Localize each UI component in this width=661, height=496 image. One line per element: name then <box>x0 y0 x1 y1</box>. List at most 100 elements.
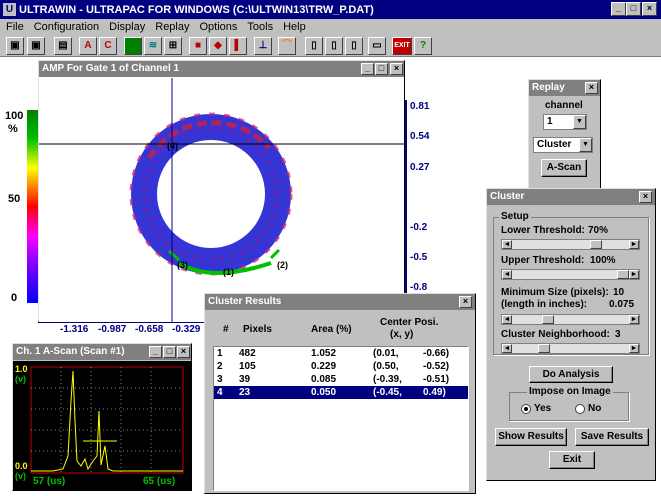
close-icon[interactable]: × <box>639 191 652 203</box>
minimize-icon[interactable]: _ <box>149 346 162 358</box>
table-row[interactable]: 1 482 1.052 (0.01, -0.66) <box>214 347 468 360</box>
scan-icon[interactable]: ≋ <box>144 37 162 55</box>
menu-help[interactable]: Help <box>283 21 306 33</box>
diamond-icon[interactable]: ◆ <box>209 37 227 55</box>
probe-icon[interactable]: ⊞ <box>164 37 182 55</box>
radio-checked-icon[interactable] <box>521 403 531 414</box>
lower-threshold-label: Lower Threshold: <box>501 225 585 236</box>
table-row-selected[interactable]: 4 23 0.050 (-0.45, 0.49) <box>214 386 468 399</box>
print-icon[interactable]: ▤ <box>54 37 72 55</box>
marker-icon[interactable]: ▌ <box>229 37 247 55</box>
save-icon[interactable]: ▣ <box>6 37 24 55</box>
menu-replay[interactable]: Replay <box>155 21 189 33</box>
slider-thumb[interactable] <box>590 240 602 249</box>
radio-yes[interactable]: Yes <box>521 403 551 414</box>
record-icon[interactable]: ■ <box>189 37 207 55</box>
neighborhood-slider[interactable]: ◄ ► <box>501 343 640 354</box>
row-area: 0.085 <box>311 374 337 385</box>
channel-select[interactable]: 1 ▼ <box>543 114 587 130</box>
exit-button[interactable]: Exit <box>549 451 595 469</box>
menu-options[interactable]: Options <box>200 21 238 33</box>
close-icon[interactable]: × <box>642 2 657 16</box>
help-button[interactable]: ? <box>414 37 432 55</box>
row-x: (-0.45, <box>370 386 420 399</box>
maximize-icon[interactable]: □ <box>375 63 388 75</box>
ascan-button[interactable]: A-Scan <box>541 159 587 177</box>
arrow-right-icon[interactable]: ► <box>629 240 639 249</box>
x-axis-line <box>38 322 206 323</box>
c-scan-image[interactable]: (4) (3) (1) (2) <box>39 78 404 322</box>
close-icon[interactable]: × <box>390 63 403 75</box>
neighborhood-value: 3 <box>615 329 621 340</box>
a-button[interactable]: A <box>79 37 97 55</box>
row-pixels: 105 <box>239 361 256 372</box>
cluster-results-title[interactable]: Cluster Results × <box>205 294 475 310</box>
min-size-slider[interactable]: ◄ ► <box>501 314 640 325</box>
ascan-y-bottom-unit: (v) <box>15 471 26 481</box>
radio-unchecked-icon[interactable] <box>575 403 585 414</box>
do-analysis-button[interactable]: Do Analysis <box>529 366 613 383</box>
chevron-down-icon[interactable]: ▼ <box>573 115 586 129</box>
save-as-icon[interactable]: ▣ <box>27 37 45 55</box>
lower-threshold-slider[interactable]: ◄ ► <box>501 239 640 250</box>
rainbow-icon[interactable]: ⌒ <box>278 37 296 55</box>
keyboard-icon[interactable]: ▭ <box>368 37 386 55</box>
toolbar: ▣ ▣ ▤ A C ≋ ⊞ ■ ◆ ▌ ⊥ ⌒ ▯ ▯ ▯ ▭ EXIT ? <box>0 35 661 57</box>
slider-thumb[interactable] <box>617 270 629 279</box>
gauge-icon[interactable]: ▯ <box>305 37 323 55</box>
c-button[interactable]: C <box>99 37 117 55</box>
plot-icon[interactable]: ⊥ <box>254 37 272 55</box>
row-y: -0.51) <box>423 374 450 385</box>
col-header-number: # <box>223 324 229 335</box>
maximize-icon[interactable]: □ <box>626 2 641 16</box>
arrow-right-icon[interactable]: ► <box>629 315 639 324</box>
replay-title[interactable]: Replay × <box>529 80 600 96</box>
row-x: (0.50, <box>373 361 399 372</box>
cluster-results-list[interactable]: 1 482 1.052 (0.01, -0.66) 2 105 0.229 (0… <box>213 346 469 491</box>
ascan-plot[interactable]: 1.0 (v) 0.0 (v) 57 (us) 65 (us) <box>13 361 191 490</box>
menu-file[interactable]: File <box>6 21 24 33</box>
radio-no-label: No <box>588 403 602 414</box>
arrow-left-icon[interactable]: ◄ <box>502 344 512 353</box>
app-logo-icon: U <box>3 3 16 16</box>
cluster-results-window: Cluster Results × # Pixels Area (%) Cent… <box>204 293 476 494</box>
save-results-button[interactable]: Save Results <box>575 428 649 446</box>
chevron-down-icon[interactable]: ▼ <box>579 138 592 152</box>
radio-no[interactable]: No <box>575 403 601 414</box>
main-title-bar[interactable]: U ULTRAWIN - ULTRAPAC FOR WINDOWS (C:\UL… <box>0 0 661 19</box>
arrow-left-icon[interactable]: ◄ <box>502 240 512 249</box>
menu-display[interactable]: Display <box>109 21 145 33</box>
table-row[interactable]: 3 39 0.085 (-0.39, -0.51) <box>214 373 468 386</box>
menu-configuration[interactable]: Configuration <box>34 21 99 33</box>
minimize-icon[interactable]: _ <box>611 2 626 16</box>
arrow-left-icon[interactable]: ◄ <box>502 315 512 324</box>
arrow-right-icon[interactable]: ► <box>629 270 639 279</box>
chart-icon[interactable] <box>124 37 142 55</box>
amp-window-title[interactable]: AMP For Gate 1 of Channel 1 _ □ × <box>39 61 404 77</box>
ascan-window-title[interactable]: Ch. 1 A-Scan (Scan #1) _ □ × <box>13 344 191 360</box>
close-icon[interactable]: × <box>459 296 472 308</box>
gauge-icon[interactable]: ▯ <box>345 37 363 55</box>
minimize-icon[interactable]: _ <box>361 63 374 75</box>
channel-label: channel <box>545 100 583 111</box>
show-results-button[interactable]: Show Results <box>495 428 567 446</box>
cluster-marker-2: (2) <box>277 260 288 270</box>
upper-threshold-value: 100% <box>590 255 616 266</box>
gauge-icon[interactable]: ▯ <box>325 37 343 55</box>
upper-threshold-slider[interactable]: ◄ ► <box>501 269 640 280</box>
menu-tools[interactable]: Tools <box>247 21 273 33</box>
table-row[interactable]: 2 105 0.229 (0.50, -0.52) <box>214 360 468 373</box>
col-header-center: Center Posi. <box>380 317 439 328</box>
close-icon[interactable]: × <box>585 82 598 94</box>
slider-thumb[interactable] <box>538 344 550 353</box>
exit-button[interactable]: EXIT <box>392 37 412 55</box>
arrow-left-icon[interactable]: ◄ <box>502 270 512 279</box>
arrow-right-icon[interactable]: ► <box>629 344 639 353</box>
cluster-window-title[interactable]: Cluster × <box>487 189 655 205</box>
slider-thumb[interactable] <box>542 315 554 324</box>
mode-select[interactable]: Cluster ▼ <box>533 137 593 153</box>
maximize-icon[interactable]: □ <box>163 346 176 358</box>
y-tick-label: 0.27 <box>410 162 430 173</box>
close-icon[interactable]: × <box>177 346 190 358</box>
length-label: (length in inches): <box>501 299 588 310</box>
